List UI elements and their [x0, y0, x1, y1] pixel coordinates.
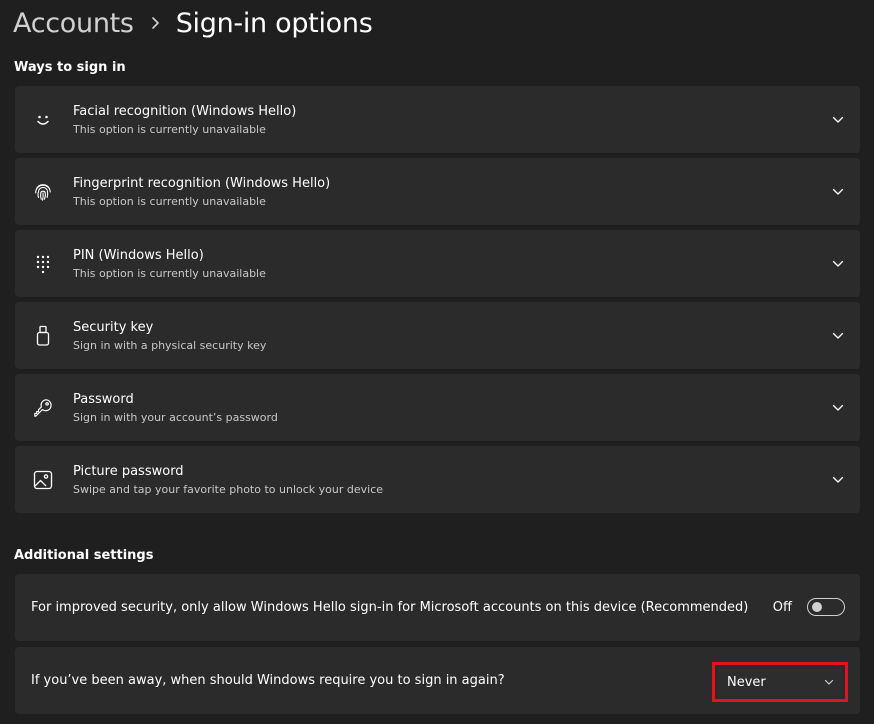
- fingerprint-icon: [33, 158, 53, 225]
- highlight-box: Never: [712, 662, 848, 702]
- chevron-down-icon: [824, 668, 834, 696]
- chevron-down-icon: [832, 230, 844, 297]
- option-subtitle: This option is currently unavailable: [73, 123, 266, 136]
- setting-require-signin: If you’ve been away, when should Windows…: [15, 647, 860, 714]
- setting-label: If you’ve been away, when should Windows…: [31, 673, 505, 688]
- sign-in-options-page: Accounts Sign-in options Ways to sign in…: [0, 0, 874, 724]
- toggle-knob: [812, 602, 822, 612]
- option-subtitle: Swipe and tap your favorite photo to unl…: [73, 483, 384, 496]
- option-subtitle: Sign in with your account’s password: [73, 411, 278, 424]
- chevron-down-icon: [832, 446, 844, 513]
- option-picture-password[interactable]: Picture password Swipe and tap your favo…: [15, 446, 860, 513]
- section-title-ways-to-sign-in: Ways to sign in: [14, 60, 126, 75]
- option-password[interactable]: Password Sign in with your account’s pas…: [15, 374, 860, 441]
- section-title-additional-settings: Additional settings: [14, 548, 154, 563]
- usb-key-icon: [33, 302, 53, 369]
- page-title: Sign-in options: [175, 7, 373, 39]
- key-icon: [33, 374, 53, 441]
- option-facial-recognition[interactable]: Facial recognition (Windows Hello) This …: [15, 86, 860, 153]
- chevron-down-icon: [832, 302, 844, 369]
- option-title: PIN (Windows Hello): [73, 248, 204, 263]
- option-title: Picture password: [73, 464, 184, 479]
- breadcrumb-accounts-link[interactable]: Accounts: [13, 8, 134, 39]
- breadcrumb: Accounts Sign-in options: [13, 3, 373, 43]
- option-security-key[interactable]: Security key Sign in with a physical sec…: [15, 302, 860, 369]
- picture-icon: [33, 446, 53, 513]
- chevron-down-icon: [832, 86, 844, 153]
- option-title: Facial recognition (Windows Hello): [73, 104, 297, 119]
- pin-keypad-icon: [33, 230, 53, 297]
- option-fingerprint-recognition[interactable]: Fingerprint recognition (Windows Hello) …: [15, 158, 860, 225]
- option-title: Password: [73, 392, 134, 407]
- option-subtitle: This option is currently unavailable: [73, 195, 266, 208]
- require-signin-dropdown[interactable]: Never: [718, 668, 842, 696]
- option-pin[interactable]: PIN (Windows Hello) This option is curre…: [15, 230, 860, 297]
- setting-label: For improved security, only allow Window…: [31, 600, 749, 615]
- toggle-state-label: Off: [772, 600, 792, 615]
- dropdown-selected-value: Never: [727, 674, 766, 690]
- option-title: Security key: [73, 320, 154, 335]
- smiley-face-icon: [33, 86, 53, 153]
- chevron-right-icon: [134, 16, 176, 30]
- option-subtitle: Sign in with a physical security key: [73, 339, 267, 352]
- option-subtitle: This option is currently unavailable: [73, 267, 266, 280]
- setting-hello-only-signin: For improved security, only allow Window…: [15, 574, 860, 641]
- option-title: Fingerprint recognition (Windows Hello): [73, 176, 331, 191]
- hello-only-toggle[interactable]: [807, 598, 845, 616]
- chevron-down-icon: [832, 158, 844, 225]
- chevron-down-icon: [832, 374, 844, 441]
